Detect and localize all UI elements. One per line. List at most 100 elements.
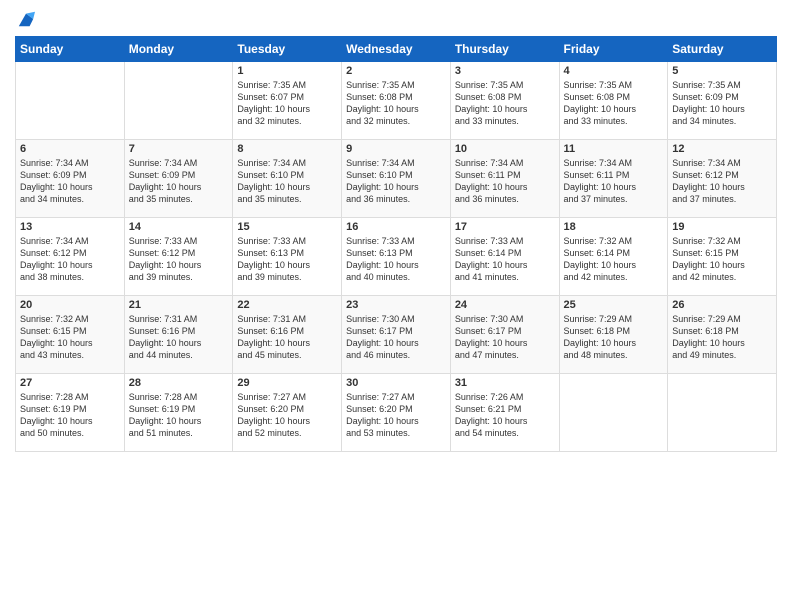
day-info: Sunrise: 7:26 AM Sunset: 6:21 PM Dayligh… xyxy=(455,391,555,440)
day-number: 24 xyxy=(455,299,555,311)
day-cell: 6 Sunrise: 7:34 AM Sunset: 6:09 PM Daylig… xyxy=(16,140,125,218)
day-cell: 1 Sunrise: 7:35 AM Sunset: 6:07 PM Daylig… xyxy=(233,62,342,140)
weekday-header-monday: Monday xyxy=(124,37,233,62)
day-number: 30 xyxy=(346,377,446,389)
day-info: Sunrise: 7:33 AM Sunset: 6:13 PM Dayligh… xyxy=(237,235,337,284)
day-number: 6 xyxy=(20,143,120,155)
day-info: Sunrise: 7:33 AM Sunset: 6:13 PM Dayligh… xyxy=(346,235,446,284)
day-info: Sunrise: 7:34 AM Sunset: 6:09 PM Dayligh… xyxy=(129,157,229,206)
day-info: Sunrise: 7:35 AM Sunset: 6:07 PM Dayligh… xyxy=(237,79,337,128)
day-cell: 23 Sunrise: 7:30 AM Sunset: 6:17 PM Dayli… xyxy=(342,296,451,374)
weekday-header-row: SundayMondayTuesdayWednesdayThursdayFrid… xyxy=(16,37,777,62)
day-cell: 7 Sunrise: 7:34 AM Sunset: 6:09 PM Daylig… xyxy=(124,140,233,218)
day-cell: 22 Sunrise: 7:31 AM Sunset: 6:16 PM Dayli… xyxy=(233,296,342,374)
day-cell: 14 Sunrise: 7:33 AM Sunset: 6:12 PM Dayli… xyxy=(124,218,233,296)
day-number: 23 xyxy=(346,299,446,311)
day-number: 28 xyxy=(129,377,229,389)
day-info: Sunrise: 7:34 AM Sunset: 6:10 PM Dayligh… xyxy=(346,157,446,206)
day-number: 15 xyxy=(237,221,337,233)
weekday-header-tuesday: Tuesday xyxy=(233,37,342,62)
day-number: 26 xyxy=(672,299,772,311)
day-info: Sunrise: 7:34 AM Sunset: 6:09 PM Dayligh… xyxy=(20,157,120,206)
day-cell: 21 Sunrise: 7:31 AM Sunset: 6:16 PM Dayli… xyxy=(124,296,233,374)
day-info: Sunrise: 7:32 AM Sunset: 6:15 PM Dayligh… xyxy=(672,235,772,284)
header xyxy=(15,10,777,28)
day-info: Sunrise: 7:34 AM Sunset: 6:12 PM Dayligh… xyxy=(672,157,772,206)
day-number: 16 xyxy=(346,221,446,233)
day-info: Sunrise: 7:34 AM Sunset: 6:10 PM Dayligh… xyxy=(237,157,337,206)
day-cell: 20 Sunrise: 7:32 AM Sunset: 6:15 PM Dayli… xyxy=(16,296,125,374)
day-info: Sunrise: 7:34 AM Sunset: 6:12 PM Dayligh… xyxy=(20,235,120,284)
day-cell: 19 Sunrise: 7:32 AM Sunset: 6:15 PM Dayli… xyxy=(668,218,777,296)
day-cell: 8 Sunrise: 7:34 AM Sunset: 6:10 PM Daylig… xyxy=(233,140,342,218)
day-number: 18 xyxy=(564,221,664,233)
day-cell: 30 Sunrise: 7:27 AM Sunset: 6:20 PM Dayli… xyxy=(342,374,451,452)
day-info: Sunrise: 7:28 AM Sunset: 6:19 PM Dayligh… xyxy=(20,391,120,440)
day-cell xyxy=(16,62,125,140)
weekday-header-thursday: Thursday xyxy=(450,37,559,62)
day-info: Sunrise: 7:30 AM Sunset: 6:17 PM Dayligh… xyxy=(346,313,446,362)
day-cell: 26Sunrise: 7:29 AM Sunset: 6:18 PM Dayli… xyxy=(668,296,777,374)
page: SundayMondayTuesdayWednesdayThursdayFrid… xyxy=(0,0,792,612)
day-cell xyxy=(124,62,233,140)
day-cell: 16 Sunrise: 7:33 AM Sunset: 6:13 PM Dayli… xyxy=(342,218,451,296)
day-number: 8 xyxy=(237,143,337,155)
day-info: Sunrise: 7:35 AM Sunset: 6:08 PM Dayligh… xyxy=(455,79,555,128)
day-info: Sunrise: 7:27 AM Sunset: 6:20 PM Dayligh… xyxy=(346,391,446,440)
day-cell: 12 Sunrise: 7:34 AM Sunset: 6:12 PM Dayli… xyxy=(668,140,777,218)
day-info: Sunrise: 7:31 AM Sunset: 6:16 PM Dayligh… xyxy=(237,313,337,362)
day-info: Sunrise: 7:33 AM Sunset: 6:14 PM Dayligh… xyxy=(455,235,555,284)
day-info: Sunrise: 7:32 AM Sunset: 6:15 PM Dayligh… xyxy=(20,313,120,362)
day-number: 2 xyxy=(346,65,446,77)
day-number: 11 xyxy=(564,143,664,155)
day-info: Sunrise: 7:29 AM Sunset: 6:18 PM Dayligh… xyxy=(564,313,664,362)
day-number: 3 xyxy=(455,65,555,77)
calendar-table: SundayMondayTuesdayWednesdayThursdayFrid… xyxy=(15,36,777,452)
day-number: 14 xyxy=(129,221,229,233)
day-cell: 18Sunrise: 7:32 AM Sunset: 6:14 PM Dayli… xyxy=(559,218,668,296)
day-number: 10 xyxy=(455,143,555,155)
day-cell: 17 Sunrise: 7:33 AM Sunset: 6:14 PM Dayli… xyxy=(450,218,559,296)
day-cell: 2 Sunrise: 7:35 AM Sunset: 6:08 PM Daylig… xyxy=(342,62,451,140)
day-cell xyxy=(668,374,777,452)
day-info: Sunrise: 7:33 AM Sunset: 6:12 PM Dayligh… xyxy=(129,235,229,284)
weekday-header-wednesday: Wednesday xyxy=(342,37,451,62)
day-number: 12 xyxy=(672,143,772,155)
day-number: 27 xyxy=(20,377,120,389)
day-cell: 3 Sunrise: 7:35 AM Sunset: 6:08 PM Daylig… xyxy=(450,62,559,140)
week-row-4: 20 Sunrise: 7:32 AM Sunset: 6:15 PM Dayli… xyxy=(16,296,777,374)
day-info: Sunrise: 7:35 AM Sunset: 6:08 PM Dayligh… xyxy=(564,79,664,128)
day-number: 1 xyxy=(237,65,337,77)
day-number: 22 xyxy=(237,299,337,311)
day-cell: 29Sunrise: 7:27 AM Sunset: 6:20 PM Dayli… xyxy=(233,374,342,452)
day-cell: 25Sunrise: 7:29 AM Sunset: 6:18 PM Dayli… xyxy=(559,296,668,374)
weekday-header-saturday: Saturday xyxy=(668,37,777,62)
logo-icon xyxy=(17,10,35,28)
day-cell: 27 Sunrise: 7:28 AM Sunset: 6:19 PM Dayli… xyxy=(16,374,125,452)
day-info: Sunrise: 7:35 AM Sunset: 6:09 PM Dayligh… xyxy=(672,79,772,128)
day-info: Sunrise: 7:27 AM Sunset: 6:20 PM Dayligh… xyxy=(237,391,337,440)
day-info: Sunrise: 7:34 AM Sunset: 6:11 PM Dayligh… xyxy=(455,157,555,206)
day-cell: 24Sunrise: 7:30 AM Sunset: 6:17 PM Dayli… xyxy=(450,296,559,374)
day-info: Sunrise: 7:35 AM Sunset: 6:08 PM Dayligh… xyxy=(346,79,446,128)
day-info: Sunrise: 7:31 AM Sunset: 6:16 PM Dayligh… xyxy=(129,313,229,362)
day-number: 7 xyxy=(129,143,229,155)
day-number: 4 xyxy=(564,65,664,77)
day-info: Sunrise: 7:34 AM Sunset: 6:11 PM Dayligh… xyxy=(564,157,664,206)
day-number: 31 xyxy=(455,377,555,389)
week-row-1: 1 Sunrise: 7:35 AM Sunset: 6:07 PM Daylig… xyxy=(16,62,777,140)
day-number: 9 xyxy=(346,143,446,155)
day-cell: 15 Sunrise: 7:33 AM Sunset: 6:13 PM Dayli… xyxy=(233,218,342,296)
day-number: 21 xyxy=(129,299,229,311)
logo xyxy=(15,10,35,28)
day-number: 20 xyxy=(20,299,120,311)
day-cell: 11 Sunrise: 7:34 AM Sunset: 6:11 PM Dayli… xyxy=(559,140,668,218)
day-number: 5 xyxy=(672,65,772,77)
day-number: 19 xyxy=(672,221,772,233)
day-cell xyxy=(559,374,668,452)
day-number: 17 xyxy=(455,221,555,233)
week-row-3: 13 Sunrise: 7:34 AM Sunset: 6:12 PM Dayli… xyxy=(16,218,777,296)
day-cell: 28Sunrise: 7:28 AM Sunset: 6:19 PM Dayli… xyxy=(124,374,233,452)
day-number: 13 xyxy=(20,221,120,233)
day-cell: 31 Sunrise: 7:26 AM Sunset: 6:21 PM Dayli… xyxy=(450,374,559,452)
